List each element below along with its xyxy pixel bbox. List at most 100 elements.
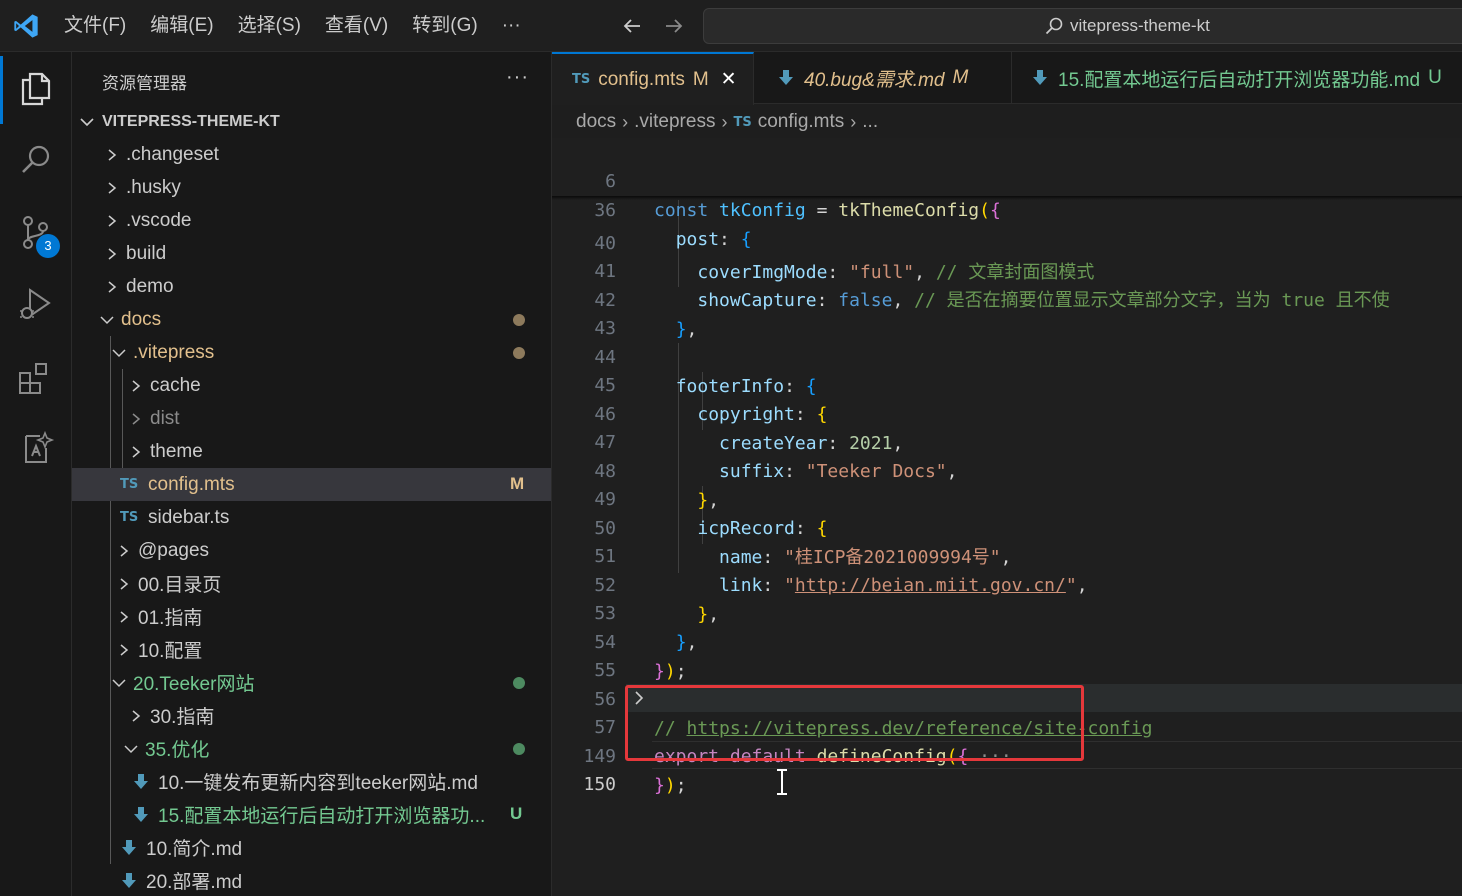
tree-item-20[interactable]: 20.Teeker网站 — [72, 666, 551, 699]
close-icon[interactable]: ✕ — [721, 68, 737, 91]
workspace-section-header[interactable]: VITEPRESS-THEME-KT — [78, 110, 280, 134]
vscode-logo-icon — [14, 14, 38, 38]
code-editor[interactable]: 6 const tkConfig = tkThemeConfig({ 36 po… — [552, 138, 1462, 896]
run-debug-icon[interactable] — [16, 284, 56, 324]
title-bar: 文件(F) 编辑(E) 选择(S) 查看(V) 转到(G) ··· vitepr… — [0, 0, 1462, 52]
tree-item-label: @pages — [138, 539, 210, 561]
file-tree: .changeset .husky .vscode build demo doc… — [72, 138, 551, 896]
tree-item-30[interactable]: 30.指南 — [72, 699, 551, 732]
code-line-36: 36 post: { — [594, 200, 752, 250]
tree-item-label: 01.指南 — [138, 608, 203, 629]
tree-item-vscode[interactable]: .vscode — [72, 204, 551, 237]
markdown-file-icon — [1032, 69, 1048, 87]
menu-file[interactable]: 文件(F) — [52, 0, 138, 52]
tree-item-pages[interactable]: @pages — [72, 534, 551, 567]
menu-selection[interactable]: 选择(S) — [226, 0, 313, 52]
chevron-down-icon — [80, 118, 94, 127]
tree-item-dist[interactable]: dist — [72, 402, 551, 435]
tree-item-label: 10.一键发布更新内容到teeker网站.md — [158, 773, 478, 794]
git-status-untracked: U — [510, 804, 523, 823]
tree-item-label: config.mts — [148, 473, 235, 495]
code-line-44: 44 footerInfo: { — [594, 347, 817, 397]
menu-edit[interactable]: 编辑(E) — [138, 0, 225, 52]
extensions-icon[interactable] — [16, 356, 56, 396]
breadcrumb-docs[interactable]: docs — [576, 111, 616, 133]
chevron-right-icon — [114, 574, 134, 594]
tree-item-md-publish[interactable]: 10.一键发布更新内容到teeker网站.md — [72, 765, 551, 798]
tab-untracked-indicator: U — [1428, 67, 1442, 88]
typescript-file-icon: TS — [120, 477, 139, 492]
tree-item-config-mts[interactable]: TS config.mts M — [72, 468, 551, 501]
tab-label: 40.bug&需求.md — [804, 69, 945, 91]
back-arrow-icon[interactable] — [618, 12, 646, 40]
tree-item-label: dist — [150, 407, 180, 429]
chevron-right-icon — [102, 178, 122, 198]
menu-go[interactable]: 转到(G) — [400, 0, 489, 52]
code-line-40: 40 coverImgMode: "full", // 文章封面图模式 — [594, 233, 1095, 283]
ai-assistant-icon[interactable] — [16, 428, 56, 468]
tree-item-label: .vitepress — [133, 341, 215, 363]
code-line-56: 56 // https://vitepress.dev/reference/si… — [594, 689, 1153, 739]
tree-item-build[interactable]: build — [72, 237, 551, 270]
chevron-right-icon — [102, 244, 122, 264]
highlight-annotation-box — [625, 685, 1084, 761]
breadcrumb: docs › .vitepress › TS config.mts › ... — [576, 108, 878, 136]
tree-item-md-intro[interactable]: 10.简介.md — [72, 831, 551, 864]
command-center-search[interactable]: vitepress-theme-kt — [703, 8, 1462, 44]
breadcrumb-vitepress[interactable]: .vitepress — [634, 111, 715, 133]
explorer-title: 资源管理器 — [102, 74, 187, 93]
search-icon[interactable] — [16, 140, 56, 180]
explorer-files-icon[interactable] — [16, 68, 56, 108]
tree-item-husky[interactable]: .husky — [72, 171, 551, 204]
code-line-47: 47 suffix: "Teeker Docs", — [594, 432, 958, 482]
code-line-55: 55 — [594, 660, 616, 681]
tab-bug-md[interactable]: 40.bug&需求.md M — [754, 52, 1012, 104]
tree-item-md-autoopen[interactable]: 15.配置本地运行后自动打开浏览器功... U — [72, 798, 551, 831]
breadcrumb-symbol[interactable]: ... — [862, 111, 878, 133]
tree-item-label: 15.配置本地运行后自动打开浏览器功... — [158, 806, 486, 827]
menu-view[interactable]: 查看(V) — [313, 0, 400, 52]
tree-item-label: 20.Teeker网站 — [133, 674, 255, 695]
tree-item-35[interactable]: 35.优化 — [72, 732, 551, 765]
tree-item-00[interactable]: 00.目录页 — [72, 567, 551, 600]
tree-item-sidebar-ts[interactable]: TS sidebar.ts — [72, 501, 551, 534]
chevron-down-icon — [97, 310, 117, 330]
tree-item-label: build — [126, 242, 167, 264]
tree-item-md-deploy[interactable]: 20.部署.md — [72, 864, 551, 896]
chevron-right-icon — [114, 541, 134, 561]
tab-config-mts[interactable]: TS config.mts M ✕ — [552, 52, 754, 105]
chevron-down-icon — [109, 343, 129, 363]
tree-item-theme[interactable]: theme — [72, 435, 551, 468]
chevron-right-icon — [126, 409, 146, 429]
tree-item-label: .vscode — [126, 209, 192, 231]
code-line-51: 51 link: "http://beian.miit.gov.cn/", — [594, 546, 1088, 596]
markdown-file-icon — [120, 838, 138, 858]
menu-more-button[interactable]: ··· — [490, 0, 533, 52]
tree-item-label: demo — [126, 275, 174, 297]
text-cursor-icon — [777, 769, 787, 795]
tree-item-vitepress[interactable]: .vitepress — [72, 336, 551, 369]
tree-item-changeset[interactable]: .changeset — [72, 138, 551, 171]
tree-item-label: .changeset — [126, 143, 219, 165]
chevron-right-icon: › — [721, 111, 728, 132]
chevron-right-icon — [102, 145, 122, 165]
code-line-46: 46 createYear: 2021, — [594, 404, 904, 454]
markdown-file-icon — [132, 805, 150, 825]
markdown-file-icon — [120, 871, 138, 891]
tree-item-docs[interactable]: docs — [72, 303, 551, 336]
chevron-right-icon: › — [622, 111, 629, 132]
tree-item-01[interactable]: 01.指南 — [72, 600, 551, 633]
untracked-dot — [513, 677, 525, 689]
markdown-file-icon — [778, 69, 794, 87]
tree-item-10[interactable]: 10.配置 — [72, 633, 551, 666]
breadcrumb-config-mts[interactable]: config.mts — [758, 111, 845, 133]
chevron-right-icon — [126, 706, 146, 726]
typescript-file-icon: TS — [733, 114, 752, 130]
tree-item-cache[interactable]: cache — [72, 369, 551, 402]
tab-autoopen-md[interactable]: 15.配置本地运行后自动打开浏览器功能.md U — [1012, 52, 1462, 104]
tree-item-demo[interactable]: demo — [72, 270, 551, 303]
explorer-more-button[interactable]: ··· — [506, 66, 529, 89]
forward-arrow-icon[interactable] — [660, 12, 688, 40]
code-line-43: 43 — [594, 318, 616, 339]
tree-item-label: 30.指南 — [150, 707, 215, 728]
